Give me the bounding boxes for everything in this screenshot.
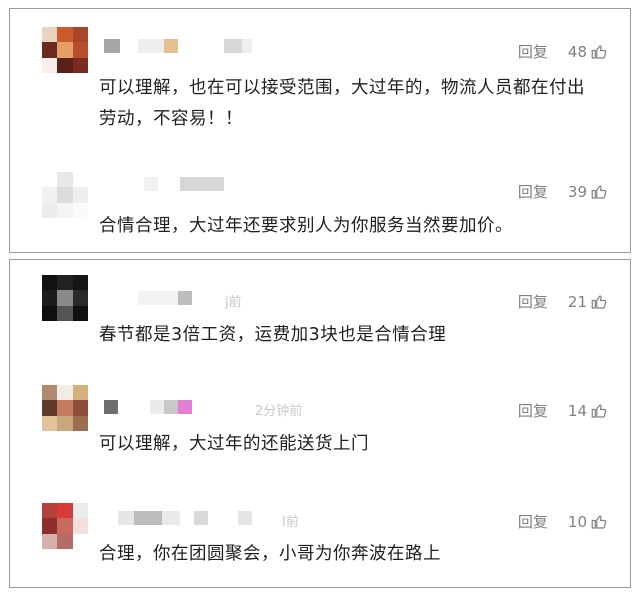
comment-text: 可以理解，大过年的还能送货上门 (99, 434, 369, 454)
reply-button[interactable]: 回复 (518, 511, 548, 532)
username-pixelated[interactable] (104, 400, 192, 414)
like-count: 14 (567, 401, 587, 420)
comment-time: I前 (282, 515, 299, 530)
comment-panel-1: 回复 48 可以理解，也在可以接受范围，大过年的，物流人员都在付出劳动，不容易！… (9, 8, 631, 253)
thumbs-up-icon[interactable] (590, 513, 608, 531)
avatar[interactable] (42, 27, 88, 73)
like-count: 39 (567, 182, 587, 201)
like-count: 48 (567, 42, 587, 61)
comment-time: j前 (225, 295, 242, 310)
username-pixelated[interactable] (104, 511, 252, 525)
reply-button[interactable]: 回复 (518, 400, 548, 421)
comment-actions: 回复 14 (518, 400, 608, 421)
comment-text: 春节都是3倍工资，运费加3块也是合情合理 (99, 325, 447, 345)
comment-actions: 回复 21 (518, 291, 608, 312)
username-pixelated[interactable] (104, 177, 224, 191)
reply-button[interactable]: 回复 (518, 181, 548, 202)
comment-text: 可以理解，也在可以接受范围，大过年的，物流人员都在付出劳动，不容易！！ (99, 78, 585, 129)
comment-actions: 回复 48 (518, 41, 608, 62)
username-pixelated[interactable] (104, 291, 192, 305)
avatar[interactable] (42, 503, 88, 549)
thumbs-up-icon[interactable] (590, 43, 608, 61)
avatar[interactable] (42, 172, 88, 218)
avatar[interactable] (42, 385, 88, 431)
comment-actions: 回复 10 (518, 511, 608, 532)
thumbs-up-icon[interactable] (590, 293, 608, 311)
comment-text: 合情合理，大过年还要求别人为你服务当然要加价。 (99, 216, 513, 236)
reply-button[interactable]: 回复 (518, 41, 548, 62)
like-count: 21 (567, 292, 587, 311)
thumbs-up-icon[interactable] (590, 402, 608, 420)
comment-panel-2: j前 回复 21 春节都是3倍工资，运费加3块也是合情合理 2分钟前 回复 14 (9, 259, 631, 588)
comment-time: 2分钟前 (255, 404, 303, 419)
avatar[interactable] (42, 275, 88, 321)
comment-actions: 回复 39 (518, 181, 608, 202)
like-count: 10 (567, 512, 587, 531)
reply-button[interactable]: 回复 (518, 291, 548, 312)
comment-text: 合理，你在团圆聚会，小哥为你奔波在路上 (99, 544, 441, 564)
username-pixelated[interactable] (104, 39, 252, 53)
thumbs-up-icon[interactable] (590, 183, 608, 201)
